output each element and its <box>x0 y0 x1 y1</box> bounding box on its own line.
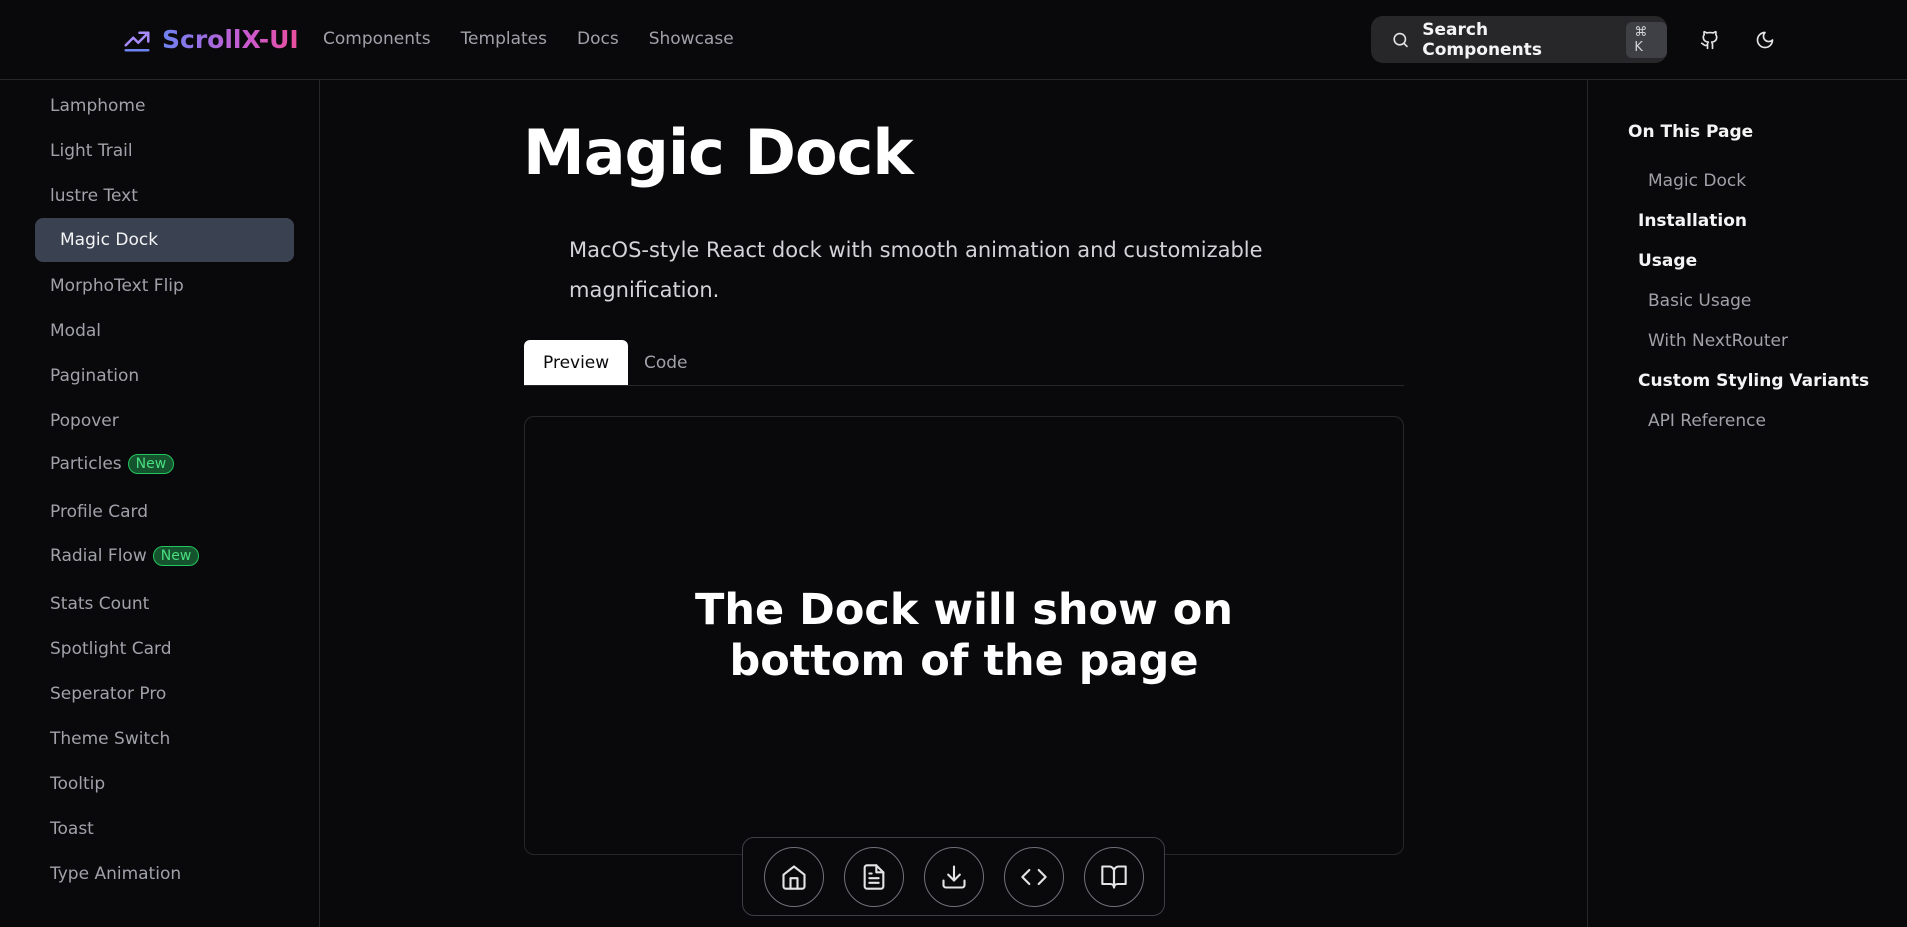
toc-item-api-reference[interactable]: API Reference <box>1648 411 1766 431</box>
sidebar-item-label: Seperator Pro <box>50 684 167 704</box>
sidebar-item-lustre-text[interactable]: lustre Text <box>50 186 138 206</box>
sidebar-item-profile-card[interactable]: Profile Card <box>50 502 148 522</box>
toc-item-installation[interactable]: Installation <box>1638 211 1747 231</box>
magic-dock <box>742 837 1165 916</box>
download-icon <box>942 865 966 889</box>
dock-download-button[interactable] <box>924 847 984 907</box>
search-icon <box>1393 32 1408 47</box>
new-badge: New <box>152 546 200 566</box>
sidebar-item-label: MorphoText Flip <box>50 276 184 296</box>
toc-title: On This Page <box>1628 122 1754 142</box>
sidebar-item-label: Particles <box>50 454 122 474</box>
toc-item-basic-usage[interactable]: Basic Usage <box>1648 291 1751 311</box>
page-title: Magic Dock <box>523 116 914 189</box>
preview-panel: The Dock will show on bottom of the page <box>524 416 1404 855</box>
search-shortcut: ⌘ K <box>1626 21 1667 58</box>
toc-item-with-nextrouter[interactable]: With NextRouter <box>1648 331 1788 351</box>
sidebar-item-theme-switch[interactable]: Theme Switch <box>50 729 170 749</box>
brand-logo[interactable]: ScrollX-UI <box>122 24 299 54</box>
sidebar-item-label: Theme Switch <box>50 729 171 749</box>
sidebar-item-spotlight-card[interactable]: Spotlight Card <box>50 639 172 659</box>
toc-item-magic-dock[interactable]: Magic Dock <box>1648 171 1746 191</box>
sidebar-item-pagination[interactable]: Pagination <box>50 366 139 386</box>
sidebar-item-label: Magic Dock <box>60 230 159 250</box>
preview-text: The Dock will show on bottom of the page <box>695 584 1233 686</box>
sidebar: Lamphome Light Trail lustre Text Magic D… <box>0 80 320 927</box>
sidebar-item-label: Lamphome <box>50 96 146 116</box>
sidebar-item-label: Radial Flow <box>50 546 147 566</box>
code-icon <box>1021 868 1047 886</box>
home-icon <box>782 865 806 890</box>
sidebar-item-label: Stats Count <box>50 594 150 614</box>
sidebar-item-type-animation[interactable]: Type Animation <box>50 864 181 884</box>
brand-name: ScrollX-UI <box>162 24 299 54</box>
sidebar-item-morphotext-flip[interactable]: MorphoText Flip <box>50 276 184 296</box>
sidebar-item-toast[interactable]: Toast <box>50 819 94 839</box>
theme-toggle-button[interactable] <box>1751 26 1779 54</box>
sidebar-item-label: Popover <box>50 411 119 431</box>
file-text-icon <box>863 864 885 890</box>
github-button[interactable] <box>1696 26 1724 54</box>
sidebar-item-modal[interactable]: Modal <box>50 321 101 341</box>
main-nav: Components Templates Docs Showcase <box>323 29 734 49</box>
sidebar-item-lamphome[interactable]: Lamphome <box>50 96 145 116</box>
sidebar-item-label: Toast <box>50 819 94 839</box>
sidebar-item-tooltip[interactable]: Tooltip <box>50 774 105 794</box>
preview-tabs: Preview Code <box>524 340 1404 386</box>
book-open-icon <box>1101 865 1127 889</box>
github-icon <box>1700 30 1718 50</box>
tab-code[interactable]: Code <box>625 340 707 385</box>
dock-home-button[interactable] <box>764 847 824 907</box>
top-header: ScrollX-UI Components Templates Docs Sho… <box>0 0 1907 80</box>
search-label: Search Components <box>1422 19 1542 60</box>
dock-docs-button[interactable] <box>844 847 904 907</box>
sidebar-item-particles[interactable]: Particles New <box>50 454 175 474</box>
moon-icon <box>1756 31 1774 49</box>
sidebar-item-magic-dock[interactable]: Magic Dock <box>35 218 294 262</box>
sidebar-item-light-trail[interactable]: Light Trail <box>50 141 133 161</box>
sidebar-item-label: lustre Text <box>50 186 138 206</box>
sidebar-item-label: Profile Card <box>50 502 149 522</box>
dock-code-button[interactable] <box>1004 847 1064 907</box>
table-of-contents: On This Page Magic Dock Installation Usa… <box>1587 80 1907 927</box>
trending-up-icon <box>124 31 150 52</box>
page-description: MacOS-style React dock with smooth anima… <box>569 238 1263 302</box>
toc-item-usage[interactable]: Usage <box>1638 251 1697 271</box>
sidebar-item-seperator-pro[interactable]: Seperator Pro <box>50 684 166 704</box>
toc-item-custom-styling-variants[interactable]: Custom Styling Variants <box>1638 371 1869 391</box>
sidebar-item-label: Spotlight Card <box>50 639 172 659</box>
sidebar-item-label: Type Animation <box>50 864 182 884</box>
dock-book-button[interactable] <box>1084 847 1144 907</box>
sidebar-item-label: Light Trail <box>50 141 133 161</box>
sidebar-item-stats-count[interactable]: Stats Count <box>50 594 149 614</box>
tab-preview[interactable]: Preview <box>524 340 629 385</box>
sidebar-item-radial-flow[interactable]: Radial Flow New <box>50 546 200 566</box>
nav-templates[interactable]: Templates <box>461 29 547 49</box>
search-button[interactable]: Search Components ⌘ K <box>1371 16 1667 63</box>
nav-showcase[interactable]: Showcase <box>649 29 734 49</box>
nav-components[interactable]: Components <box>323 29 431 49</box>
nav-docs[interactable]: Docs <box>577 29 619 49</box>
sidebar-item-label: Pagination <box>50 366 140 386</box>
sidebar-item-popover[interactable]: Popover <box>50 411 119 431</box>
sidebar-item-label: Modal <box>50 321 101 341</box>
new-badge: New <box>127 454 175 474</box>
sidebar-item-label: Tooltip <box>50 774 106 794</box>
